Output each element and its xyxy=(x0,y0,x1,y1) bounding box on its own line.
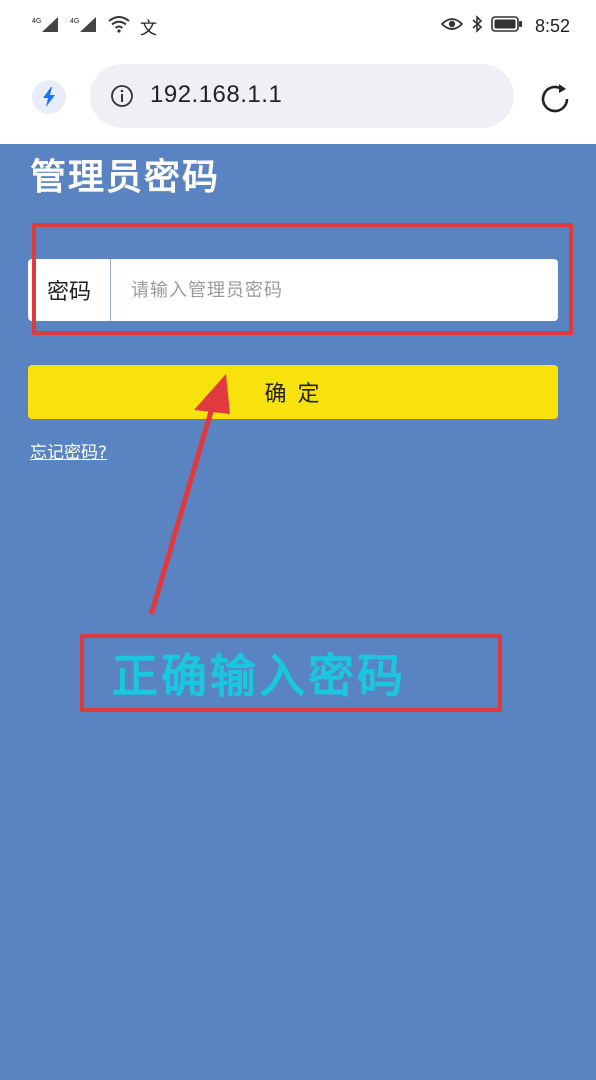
browser-toolbar: 192.168.1.1 xyxy=(0,52,596,144)
carrier-text: 文 xyxy=(140,18,157,38)
status-bar: 4G 4G 文 8:52 xyxy=(0,0,596,52)
bolt-icon[interactable] xyxy=(32,80,66,114)
status-left: 4G 4G 文 xyxy=(32,14,157,38)
svg-text:4G: 4G xyxy=(32,18,41,25)
url-text[interactable]: 192.168.1.1 xyxy=(150,81,282,109)
callout-text: 正确输入密码 xyxy=(112,649,406,703)
svg-text:4G: 4G xyxy=(70,18,79,25)
forgot-password-link[interactable]: 忘记密码? xyxy=(30,438,107,463)
signal-icon: 4G xyxy=(32,15,60,37)
page-title: 管理员密码 xyxy=(30,157,221,198)
status-time: 8:52 xyxy=(534,15,570,36)
battery-icon xyxy=(491,16,523,36)
info-icon[interactable] xyxy=(110,84,134,108)
eye-icon xyxy=(440,16,464,36)
status-right: 8:52 xyxy=(440,14,570,38)
bluetooth-icon xyxy=(471,15,483,37)
callout-box: 正确输入密码 xyxy=(80,634,502,712)
address-bar[interactable]: 192.168.1.1 xyxy=(90,64,514,128)
reload-icon[interactable] xyxy=(536,80,574,118)
confirm-button[interactable]: 确 定 xyxy=(28,365,558,419)
wifi-icon xyxy=(108,15,130,37)
highlight-box xyxy=(32,223,573,335)
signal-icon: 4G xyxy=(70,15,98,37)
